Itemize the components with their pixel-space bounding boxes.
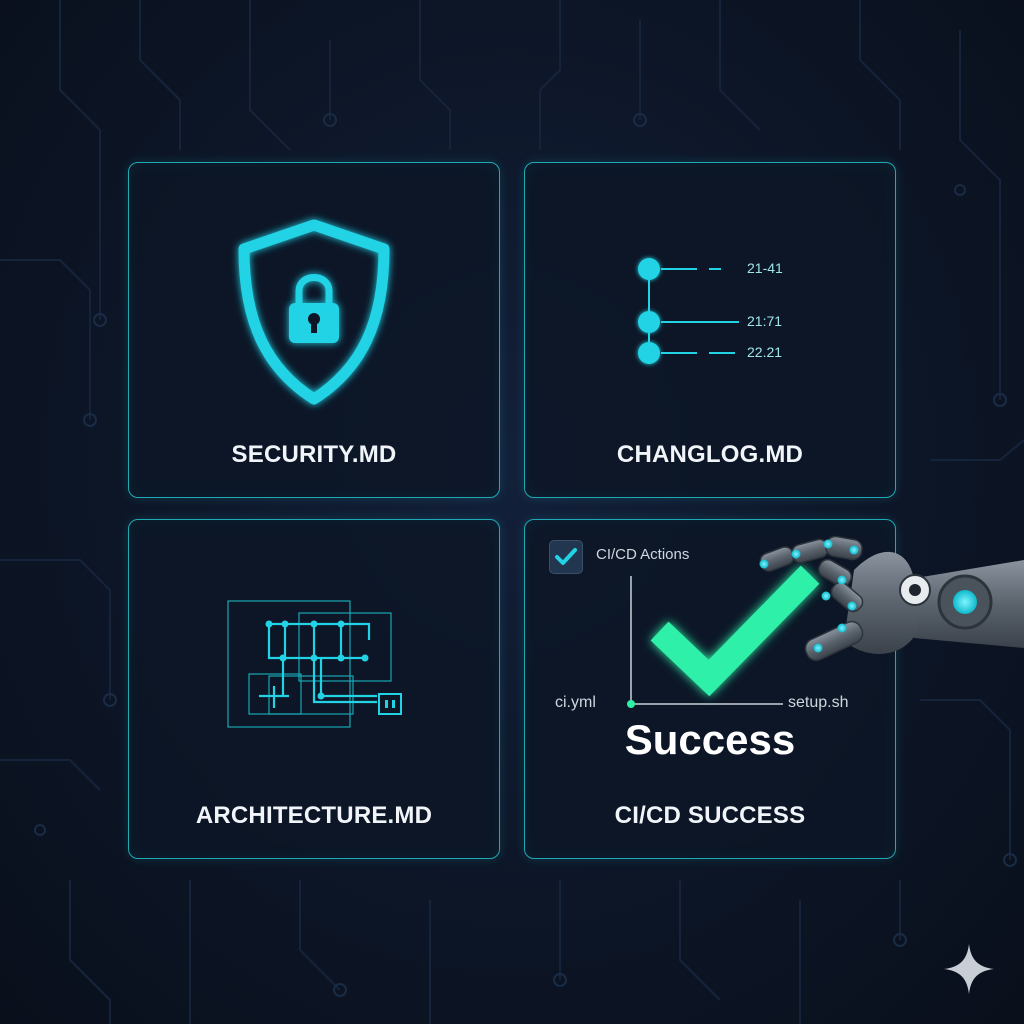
ci-yml-label: ci.yml <box>555 694 596 711</box>
changelog-card-label: CHANGLOG.MD <box>616 441 804 468</box>
robot-hand-icon <box>759 535 1024 662</box>
security-card[interactable]: SECURITY.MD <box>128 162 500 498</box>
cicd-card-label: CI/CD SUCCESS <box>614 802 806 829</box>
actions-label: CI/CD Actions <box>596 546 690 563</box>
security-card-label: SECURITY.MD <box>231 441 397 468</box>
check-icon <box>555 548 577 565</box>
changelog-card[interactable]: 21-41 21:71 22.21 CHANGLOG.MD <box>524 162 896 498</box>
setup-sh-label: setup.sh <box>788 694 849 711</box>
sparkle-icon <box>944 944 994 994</box>
actions-checkbox[interactable] <box>549 540 583 574</box>
changelog-entry-3: 22.21 <box>747 344 783 360</box>
background-circuit <box>0 0 1024 1024</box>
changelog-entry-1: 21-41 <box>747 260 783 276</box>
poster-canvas: SECURITY.MD 21-41 21:71 22.21 CHANGLOG.M… <box>0 0 1024 1024</box>
success-status: Success <box>624 716 796 763</box>
architecture-card-label: ARCHITECTURE.MD <box>195 802 433 829</box>
changelog-entry-2: 21:71 <box>747 313 783 329</box>
architecture-card[interactable]: ARCHITECTURE.MD <box>128 519 500 859</box>
